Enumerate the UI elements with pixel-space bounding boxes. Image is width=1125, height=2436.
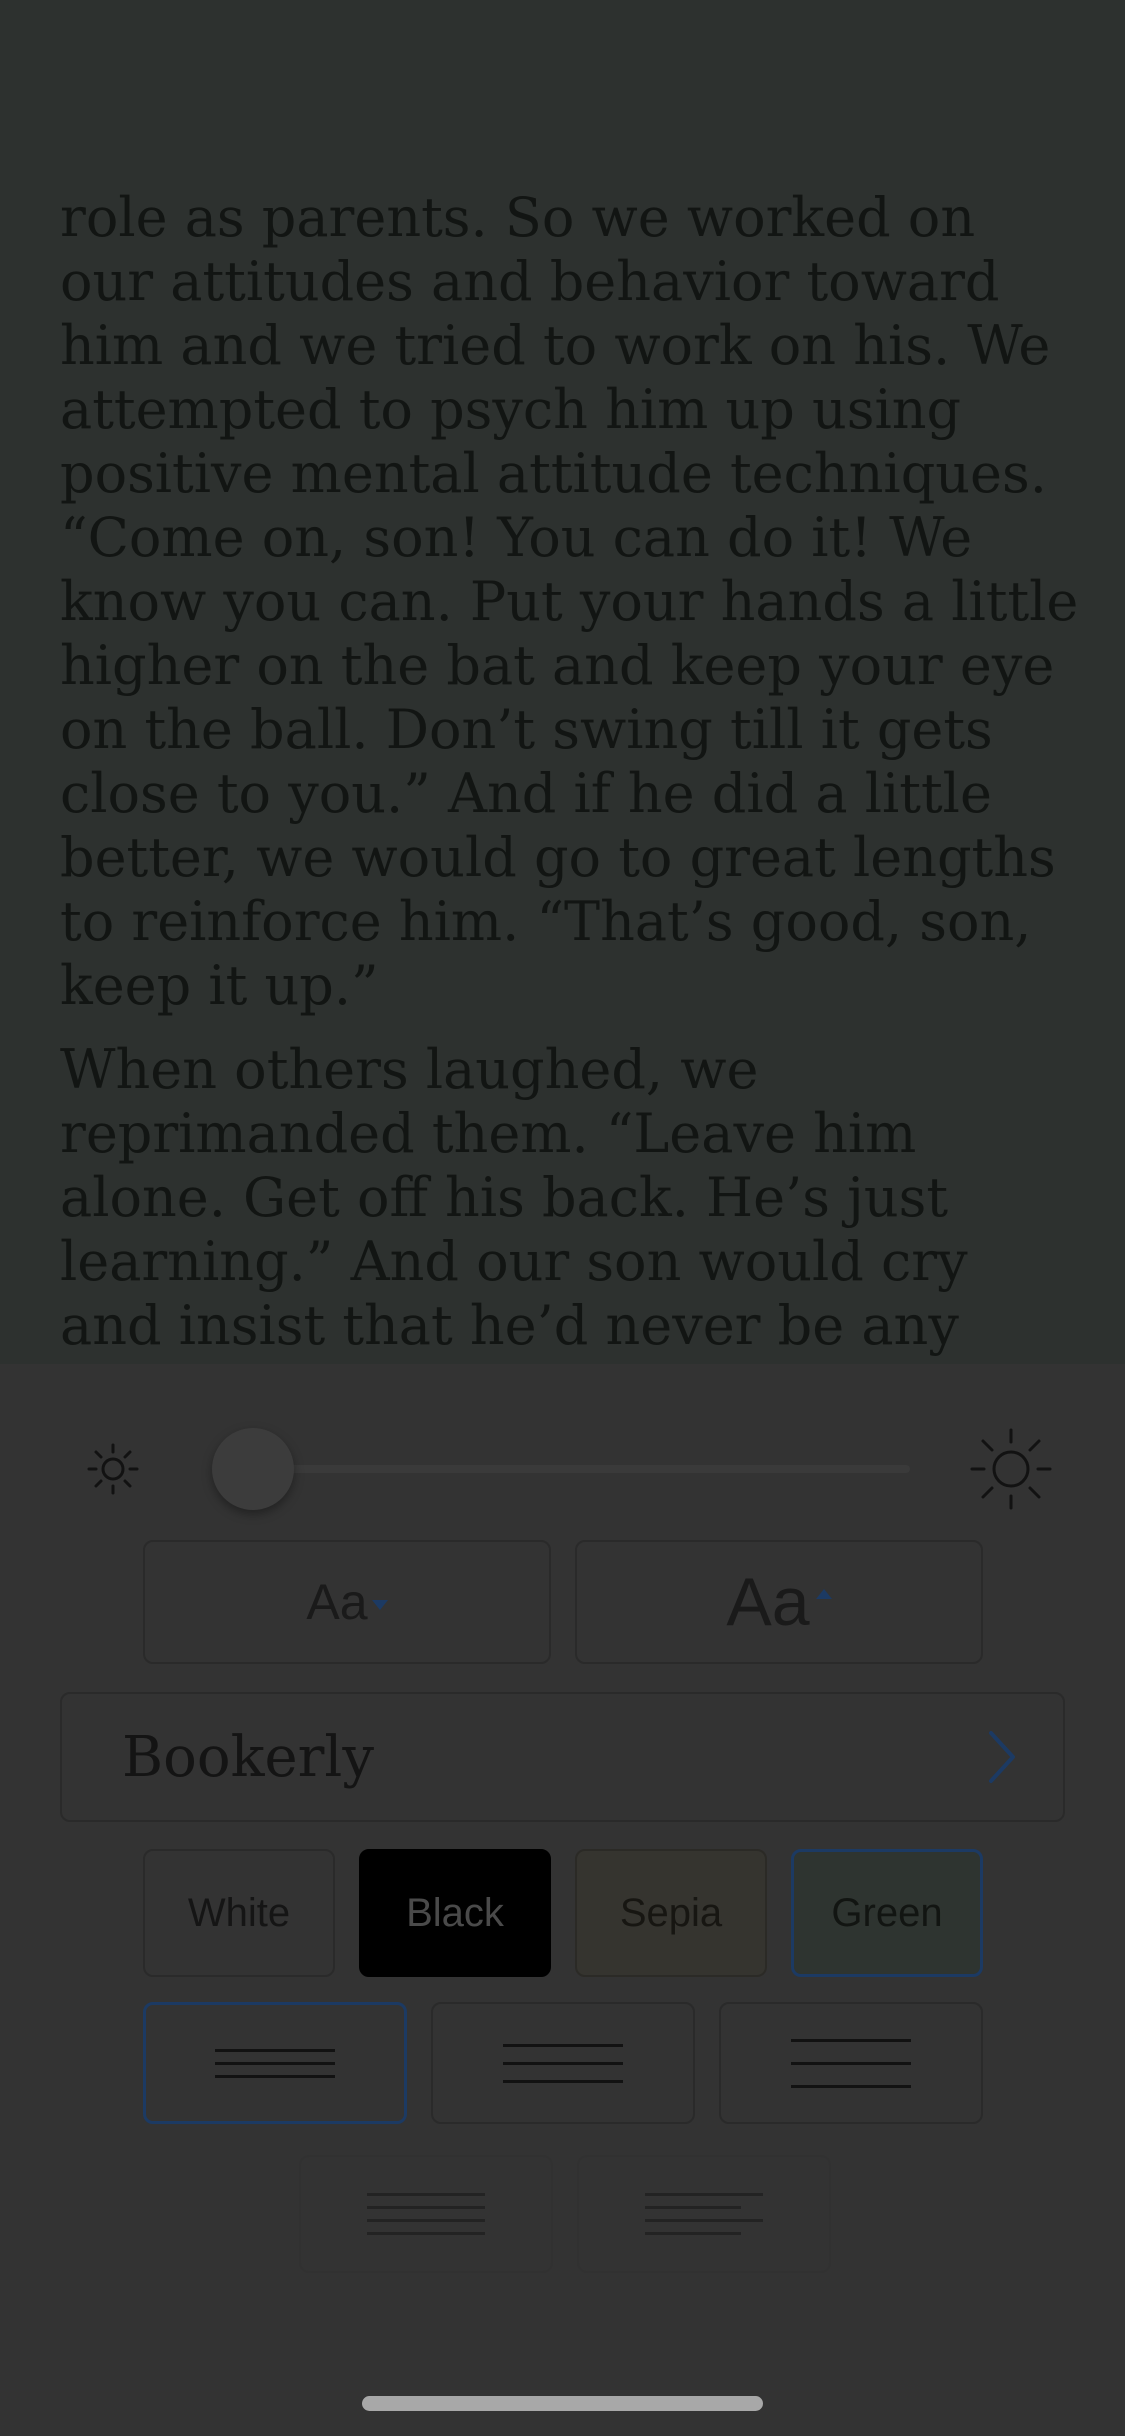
theme-black-button[interactable]: Black [359,1849,551,1977]
theme-sepia-button[interactable]: Sepia [575,1849,767,1977]
font-selector[interactable]: Bookerly [60,1692,1065,1822]
line-spacing-compact-button[interactable] [143,2002,407,2124]
paragraph: role as parents. So we worked on our att… [60,186,1079,1017]
paragraph: When others laughed, we reprimanded them… [60,1038,1063,1364]
caret-down-icon [371,1600,388,1610]
theme-green-button[interactable]: Green [791,1849,983,1977]
reading-page[interactable]: role as parents. So we worked on our att… [0,0,1125,1364]
justify-alignment-icon [367,2193,485,2235]
left-alignment-button[interactable] [577,2155,831,2273]
theme-sepia-label: Sepia [619,1890,723,1935]
line-spacing-compact-icon [215,2048,335,2078]
theme-green-label: Green [831,1890,943,1935]
left-alignment-icon [645,2193,763,2235]
line-spacing-medium-button[interactable] [431,2002,695,2124]
theme-white-label: White [187,1890,291,1935]
line-spacing-medium-icon [503,2043,623,2083]
justify-alignment-button[interactable] [299,2155,553,2273]
sun-large-icon [970,1428,1052,1510]
increase-font-size-button[interactable]: Aa [575,1540,983,1664]
brightness-slider[interactable] [250,1465,910,1473]
brightness-slider-thumb[interactable] [212,1428,294,1510]
book-text: role as parents. So we worked on our att… [60,186,1080,1364]
sun-small-icon [87,1443,139,1495]
line-spacing-wide-button[interactable] [719,2002,983,2124]
font-name: Bookerly [122,1724,374,1790]
decrease-font-size-button[interactable]: Aa [143,1540,551,1664]
theme-white-button[interactable]: White [143,1849,335,1977]
line-spacing-wide-icon [791,2038,911,2088]
theme-black-label: Black [406,1890,504,1935]
increase-font-size-label: Aa [726,1564,810,1640]
caret-up-icon [815,1589,832,1599]
decrease-font-size-label: Aa [306,1574,368,1630]
home-indicator[interactable] [362,2396,763,2411]
chevron-right-icon [989,1731,1015,1783]
